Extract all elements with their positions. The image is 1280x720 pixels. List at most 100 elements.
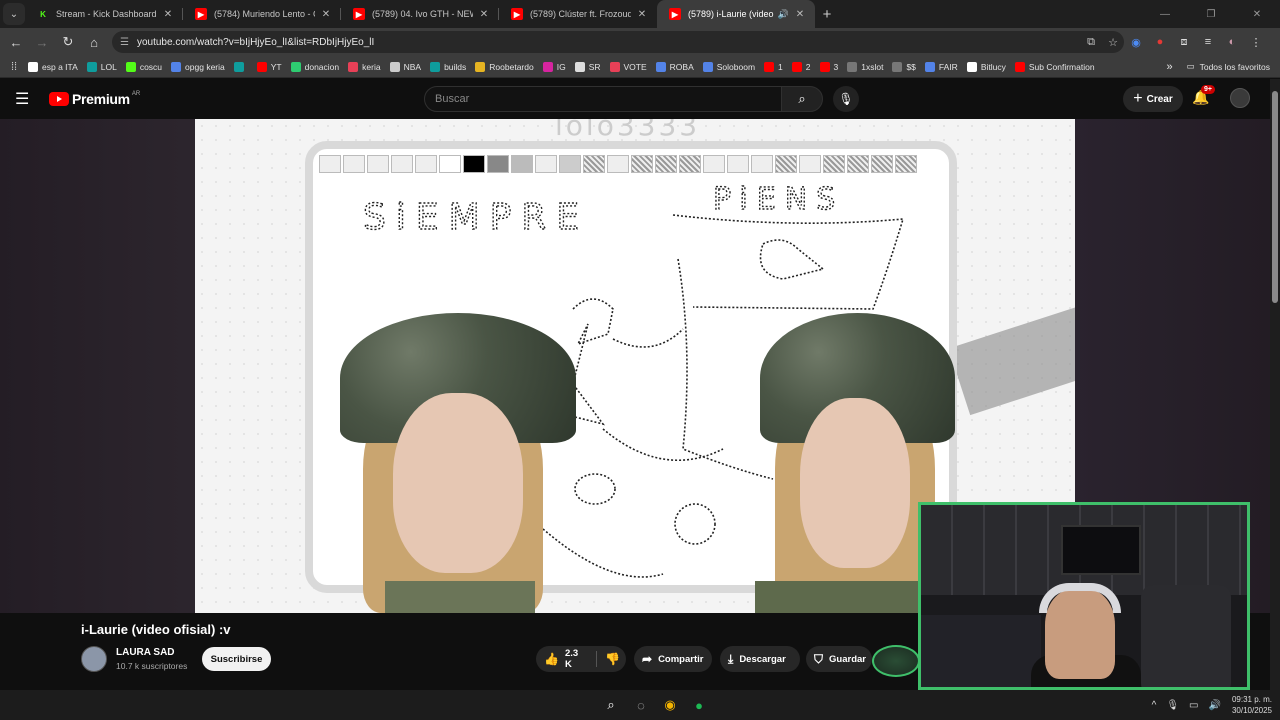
bookmark-item[interactable]: Sub Confirmation xyxy=(1014,61,1095,72)
volume-icon[interactable]: 🔊 xyxy=(1209,700,1221,711)
extensions-puzzle-icon[interactable]: ⧈ xyxy=(1172,31,1196,53)
close-icon[interactable]: ✕ xyxy=(319,9,333,20)
youtube-logo[interactable]: Premium AR xyxy=(49,91,140,107)
drawing-text-right: PiENS xyxy=(713,182,844,217)
subscribe-button[interactable]: Suscribirse xyxy=(202,647,271,671)
new-tab-button[interactable]: + xyxy=(815,6,839,23)
account-avatar[interactable] xyxy=(1230,88,1250,108)
search-icon[interactable]: ⌕ xyxy=(781,86,823,112)
bookmark-item[interactable]: 1xslot xyxy=(847,61,883,72)
bookmark-item[interactable]: coscu xyxy=(125,61,162,72)
drawing-text-left: SiEMPRE xyxy=(363,197,589,238)
bookmark-label: 2 xyxy=(805,61,811,72)
close-icon[interactable]: ✕ xyxy=(161,9,175,20)
more-bookmarks-icon[interactable]: » xyxy=(1166,61,1172,73)
bookmark-item[interactable]: Bitlucy xyxy=(966,61,1006,72)
spotify-icon[interactable]: ● xyxy=(690,696,708,714)
cast-icon[interactable]: ⧉ xyxy=(1080,36,1102,49)
site-info-icon[interactable]: ☰ xyxy=(120,37,129,48)
close-icon[interactable]: ✕ xyxy=(477,9,491,20)
hamburger-menu-icon[interactable]: ☰ xyxy=(15,89,37,109)
clock[interactable]: 09:31 p. m. 30/10/2025 xyxy=(1232,694,1272,716)
thumbs-down-icon[interactable]: 👎 xyxy=(605,652,620,666)
menu-kebab-icon[interactable]: ⋮ xyxy=(1244,31,1268,53)
share-label: Compartir xyxy=(658,653,704,665)
bookmark-item[interactable]: Soloboom xyxy=(702,61,755,72)
bookmark-item[interactable]: Roobetardo xyxy=(475,61,534,72)
reload-icon[interactable]: ↻ xyxy=(56,30,80,54)
speaker-icon[interactable]: 🔊 xyxy=(778,9,789,20)
like-count[interactable]: 2.3 K xyxy=(565,648,586,670)
bookmark-item[interactable]: donacion xyxy=(290,61,339,72)
channel-name[interactable]: LAURA SAD xyxy=(116,647,175,658)
close-icon[interactable]: ✕ xyxy=(793,9,807,20)
search-icon[interactable]: ⌕ xyxy=(602,696,620,714)
bookmark-item[interactable]: VOTE xyxy=(609,61,647,72)
plus-icon: + xyxy=(1133,90,1143,107)
bookmark-item[interactable]: FAIR xyxy=(924,61,958,72)
all-bookmarks[interactable]: Todos los favoritos xyxy=(1200,62,1270,72)
download-icon: ⤓ xyxy=(728,651,734,666)
bookmark-item[interactable]: IG xyxy=(542,61,566,72)
thumbs-up-icon[interactable]: 👍 xyxy=(544,652,559,666)
chrome-icon[interactable]: ◉ xyxy=(661,696,679,714)
tab-3[interactable]: ▶ (5789) Clúster ft. Frozouda - TO ✕ xyxy=(499,0,657,28)
channel-avatar[interactable] xyxy=(81,646,107,672)
bookmark-item[interactable]: NBA xyxy=(389,61,421,72)
youtube-header: ☰ Premium AR Buscar ⌕ 🎙 + Crear 🔔 9+ xyxy=(0,79,1280,119)
media-icon[interactable]: ≡ xyxy=(1196,31,1220,53)
download-button[interactable]: ⤓ Descargar xyxy=(720,646,800,672)
bookmark-item[interactable]: builds xyxy=(430,61,466,72)
share-button[interactable]: ➦ Compartir xyxy=(634,646,712,672)
bookmark-item[interactable]: ROBA xyxy=(655,61,694,72)
bookmark-item[interactable]: opgg keria xyxy=(171,61,225,72)
bookmark-label: keria xyxy=(362,61,381,72)
back-icon[interactable]: ← xyxy=(4,30,28,54)
bookmark-favicon-icon xyxy=(389,61,400,72)
bookmark-item[interactable] xyxy=(233,61,248,72)
bookmark-star-icon[interactable]: ☆ xyxy=(1102,36,1124,49)
chevron-up-icon[interactable]: ^ xyxy=(1152,700,1157,711)
windows-start-icon[interactable] xyxy=(572,697,588,713)
bookmark-item[interactable]: 1 xyxy=(764,61,783,72)
page-scrollbar[interactable] xyxy=(1270,79,1280,690)
save-button[interactable]: ⛉ Guardar xyxy=(806,646,872,672)
bookmark-item[interactable]: LOL xyxy=(86,61,117,72)
bookmark-label: 1 xyxy=(778,61,783,72)
search-input[interactable]: Buscar xyxy=(424,86,782,112)
window-controls: — ❐ ✕ xyxy=(1142,0,1280,28)
tab-1[interactable]: ▶ (5784) Muriendo Lento - C.R.O ✕ xyxy=(183,0,341,28)
apps-grid-icon[interactable]: ⁞⁞ xyxy=(0,61,28,73)
microphone-icon[interactable]: 🎙 xyxy=(833,86,859,112)
bookmark-item[interactable]: SR xyxy=(574,61,601,72)
tab-2[interactable]: ▶ (5789) 04. Ivo GTH - NEW YORK ✕ xyxy=(341,0,499,28)
restore-icon[interactable]: ❐ xyxy=(1188,0,1234,28)
app-icon[interactable]: ◌ xyxy=(632,696,650,714)
create-button[interactable]: + Crear xyxy=(1123,86,1183,112)
bookmark-item[interactable]: YT xyxy=(256,61,282,72)
microphone-icon[interactable]: 🎙 xyxy=(1166,700,1179,711)
display-icon[interactable]: ▭ xyxy=(1189,700,1198,711)
bookmark-item[interactable]: $$ xyxy=(892,61,916,72)
scrollbar-thumb[interactable] xyxy=(1272,91,1278,303)
bookmark-label: SR xyxy=(588,61,601,72)
tab-4-active[interactable]: ▶ (5789) i-Laurie (video ofisial) 🔊 ✕ xyxy=(657,0,815,28)
profile-icon[interactable]: ◐ xyxy=(1220,31,1244,53)
tab-strip: ⌄ K Stream - Kick Dashboard ✕ ▶ (5784) M… xyxy=(0,0,1280,28)
bookmark-item[interactable]: keria xyxy=(348,61,381,72)
close-icon[interactable]: ✕ xyxy=(635,9,649,20)
person-left xyxy=(335,313,576,613)
address-bar[interactable]: ☰ youtube.com/watch?v=bIjHjyEo_lI&list=R… xyxy=(112,31,1124,53)
folder-icon: ▭ xyxy=(1186,61,1195,71)
close-window-icon[interactable]: ✕ xyxy=(1234,0,1280,28)
tab-search-icon[interactable]: ⌄ xyxy=(3,3,25,25)
bookmark-item[interactable]: esp a ITA xyxy=(28,61,78,72)
extension-icon[interactable]: ● xyxy=(1148,31,1172,53)
extension-icon[interactable]: ◉ xyxy=(1124,31,1148,53)
bookmark-item[interactable]: 3 xyxy=(819,61,838,72)
tab-0[interactable]: K Stream - Kick Dashboard ✕ xyxy=(25,0,183,28)
bookmark-item[interactable]: 2 xyxy=(791,61,811,72)
home-icon[interactable]: ⌂ xyxy=(82,30,106,54)
minimize-icon[interactable]: — xyxy=(1142,0,1188,28)
forward-icon[interactable]: → xyxy=(30,30,54,54)
